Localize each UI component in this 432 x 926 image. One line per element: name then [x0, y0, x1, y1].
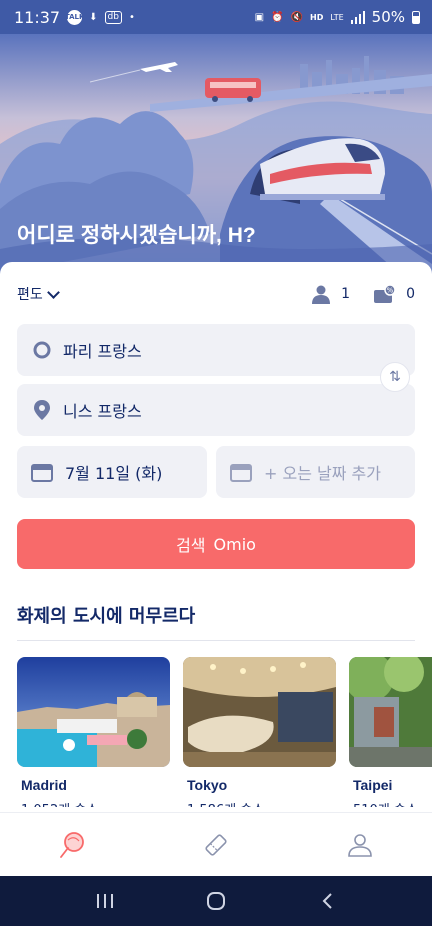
home-icon: [206, 892, 225, 910]
hero-banner: 어디로 정하시겠습니까, H?: [0, 34, 432, 274]
city-image-madrid: [17, 657, 170, 767]
city-name: Madrid: [21, 777, 67, 793]
more-notifications-icon: •: [128, 11, 135, 23]
return-date-input[interactable]: + 오는 날짜 추가: [216, 446, 415, 498]
system-navigation-bar: [0, 876, 432, 926]
origin-input[interactable]: 파리 프랑스: [17, 324, 415, 376]
alarm-icon: ⏰: [271, 11, 284, 23]
ticket-icon: [205, 833, 227, 856]
home-button[interactable]: [196, 881, 236, 921]
lte-icon: LTE: [330, 12, 344, 22]
location-pin-icon: [34, 400, 50, 420]
depart-date-value: 7월 11일 (화): [65, 464, 163, 483]
city-card-taipei[interactable]: Taipei 510개 숙소: [349, 657, 432, 807]
origin-circle-icon: [33, 341, 51, 359]
nav-account[interactable]: [330, 820, 390, 870]
city-image-taipei: [349, 657, 432, 767]
destination-value: 니스 프랑스: [63, 402, 142, 421]
city-name: Tokyo: [187, 777, 228, 793]
calendar-icon: [31, 464, 53, 482]
search-card: 편도 1 % 0 파리 프랑스 ⇅ 니스 프랑스 7월 11일 (화) + 오는…: [0, 262, 432, 812]
trending-cities-carousel[interactable]: Madrid 1,052개 숙소 Tokyo 1,586개 숙소: [17, 657, 432, 807]
recent-apps-button[interactable]: [85, 881, 125, 921]
back-button[interactable]: [307, 881, 347, 921]
search-button-label: 검색: [176, 536, 206, 555]
trending-cities-title: 화제의 도시에 머무르다: [17, 606, 196, 627]
city-count: 1,052개 숙소: [21, 799, 170, 807]
city-card-tokyo[interactable]: Tokyo 1,586개 숙소: [183, 657, 336, 807]
screenshot-icon: ▣: [254, 11, 265, 23]
back-chevron-icon: [322, 893, 332, 909]
city-count: 1,586개 숙소: [187, 799, 336, 807]
trip-type-label: 편도: [17, 287, 43, 303]
discount-count: 0: [406, 286, 415, 302]
section-divider: [17, 640, 415, 641]
discount-card-icon: %: [374, 285, 396, 303]
calendar-icon: [230, 464, 252, 482]
hero-title: 어디로 정하시겠습니까, H?: [17, 224, 256, 247]
person-icon: [312, 285, 331, 304]
passenger-count: 1: [341, 286, 351, 302]
user-icon: [348, 833, 372, 857]
trip-type-dropdown[interactable]: 편도: [17, 284, 60, 304]
passenger-selector[interactable]: 1: [311, 284, 350, 304]
city-card-madrid[interactable]: Madrid 1,052개 숙소: [17, 657, 170, 807]
nav-tickets[interactable]: [186, 820, 246, 870]
battery-icon: [412, 10, 420, 24]
talk-notification-icon: TALK: [65, 9, 84, 25]
nav-explore[interactable]: [42, 820, 102, 870]
discount-card-selector[interactable]: % 0: [374, 285, 415, 303]
download-icon: ⬇: [89, 11, 98, 23]
app-notification-icon: db: [104, 10, 122, 24]
return-date-placeholder: + 오는 날짜 추가: [264, 464, 381, 483]
signal-icon: [350, 10, 365, 24]
bottom-navigation: [0, 812, 432, 876]
city-count: 510개 숙소: [353, 799, 432, 807]
search-button[interactable]: 검색 Omio: [17, 519, 415, 569]
city-image-tokyo: [183, 657, 336, 767]
search-options-row: 편도 1 % 0: [17, 282, 415, 306]
svg-text:%: %: [387, 287, 394, 295]
depart-date-input[interactable]: 7월 11일 (화): [17, 446, 207, 498]
swap-arrows-icon: ⇅: [389, 369, 401, 385]
chevron-down-icon: [46, 285, 60, 299]
status-bar: 11:37 TALK ⬇ db • ▣ ⏰ 🔇 HD LTE 50%: [0, 0, 432, 34]
search-button-brand: Omio: [213, 534, 256, 554]
recent-apps-icon: [97, 894, 114, 908]
battery-percent: 50%: [371, 8, 405, 26]
lollipop-icon: [60, 831, 84, 858]
origin-value: 파리 프랑스: [63, 342, 142, 361]
swap-locations-button[interactable]: ⇅: [380, 362, 410, 392]
mute-icon: 🔇: [290, 11, 304, 23]
hd-voice-icon: HD: [310, 12, 324, 22]
status-time: 11:37: [14, 7, 61, 27]
destination-input[interactable]: 니스 프랑스: [17, 384, 415, 436]
city-name: Taipei: [353, 777, 393, 793]
